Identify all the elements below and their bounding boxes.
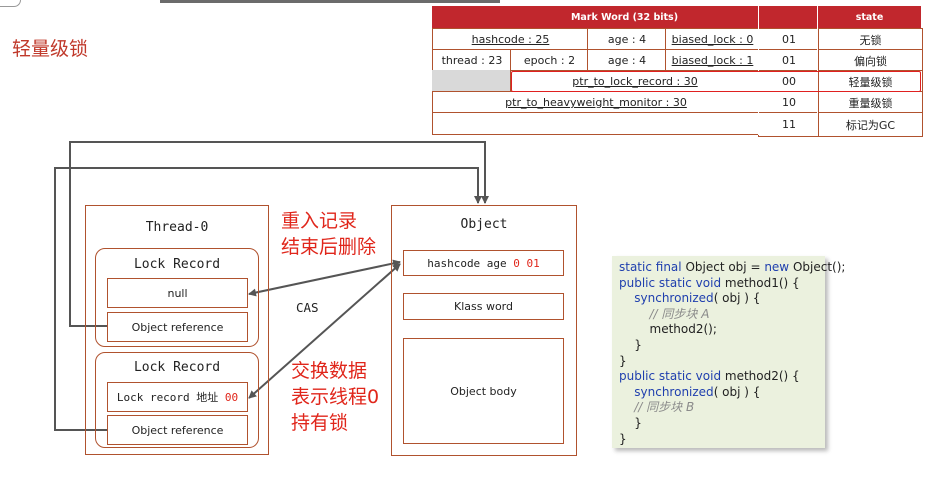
note-line: 交换数据: [291, 360, 368, 382]
lock-record-1-null-cell: null: [107, 278, 248, 308]
code-line: }: [619, 353, 627, 368]
code-line: synchronized( obj ) {: [634, 291, 761, 306]
code-line: synchronized( obj ) {: [634, 384, 761, 399]
exchange-note: 交换数据 表示线程0 持有锁: [291, 358, 379, 436]
note-line: 结束后删除: [281, 236, 377, 258]
code-line: static final Object obj = new Object();: [619, 260, 846, 274]
object-body-cell: Object body: [403, 338, 564, 444]
thread-title: Thread-0: [145, 220, 209, 235]
code-line: method2();: [619, 322, 717, 337]
reentry-note: 重入记录 结束后删除: [281, 208, 376, 260]
code-line: }: [619, 337, 642, 352]
code-line: }: [619, 431, 627, 446]
code-line: // 同步块 B: [619, 400, 695, 415]
note-line: 重入记录: [281, 210, 358, 232]
note-line: 表示线程0: [291, 386, 380, 408]
lock-record-2-address-cell: Lock record 地址 00: [107, 382, 248, 412]
object-header-label: hashcode age: [427, 256, 514, 270]
address-label: Lock record 地址: [116, 391, 225, 404]
lock-record-2-object-reference: Object reference: [107, 415, 248, 445]
code-line: }: [619, 415, 642, 430]
object-header-cell: hashcode age 0 01: [403, 250, 564, 276]
klass-word-cell: Klass word: [403, 293, 564, 320]
code-panel: static final Object obj = new Object(); …: [612, 256, 846, 448]
address-bits: 00: [224, 390, 239, 404]
code-line: // 同步块 A: [619, 306, 710, 321]
object-title: Object: [460, 217, 508, 232]
lock-record-1-object-reference: Object reference: [107, 312, 248, 342]
lock-record-2-title: Lock Record: [133, 360, 221, 375]
lock-record-1-title: Lock Record: [133, 257, 221, 272]
cas-label: CAS: [296, 300, 319, 315]
cas-arrow-1: [248, 259, 401, 297]
note-line: 持有锁: [291, 412, 349, 434]
object-header-bits: 0 01: [513, 256, 540, 270]
code-line: public static void method1() {: [619, 275, 800, 290]
code-line: public static void method2() {: [619, 369, 800, 384]
